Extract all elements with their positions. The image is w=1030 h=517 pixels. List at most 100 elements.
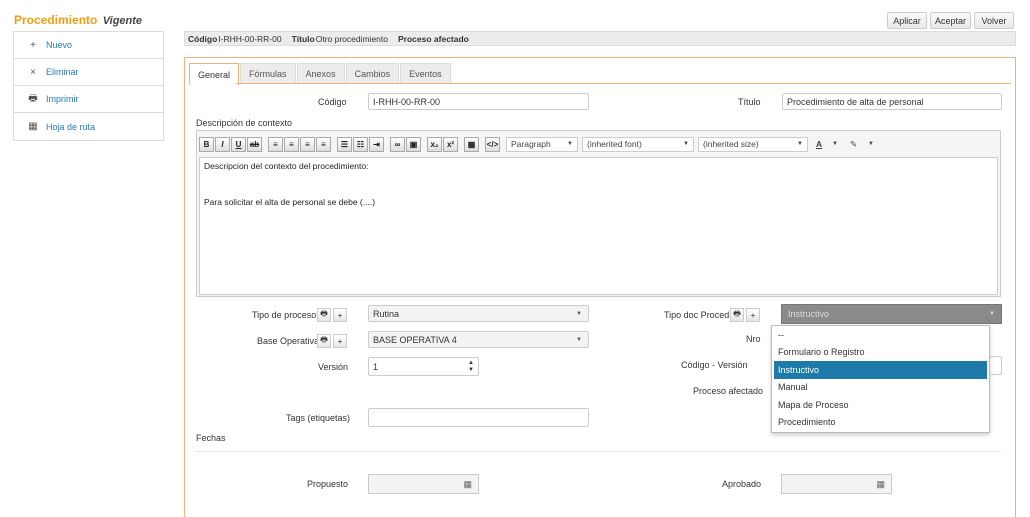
sidebar-item-eliminar[interactable]: × Eliminar xyxy=(14,59,163,86)
descripcion-label: Descripción de contexto xyxy=(196,118,293,128)
font-select-value: (inherited font) xyxy=(587,139,642,149)
tipo-doc-value: Instructivo xyxy=(788,309,830,319)
version-stepper[interactable]: 1 ▲ ▼ xyxy=(368,357,479,376)
sidebar-item-label: Nuevo xyxy=(46,40,73,50)
align-justify-icon[interactable]: ≡ xyxy=(316,136,331,152)
size-select-value: (inherited size) xyxy=(703,139,759,149)
calendar-icon[interactable]: ▦ xyxy=(876,479,885,490)
tab-general[interactable]: General xyxy=(189,63,240,85)
rich-text-editor: B I U ab ≡ ≡ ≡ ≡ ☰ ☷ ⇥ ∞ ▣ x₂ x² ▦ </> P… xyxy=(196,130,1001,297)
add-icon[interactable]: + xyxy=(333,334,347,348)
chevron-down-icon: ▼ xyxy=(989,311,995,317)
printer-icon: 🖶 xyxy=(28,92,38,104)
italic-icon[interactable]: I xyxy=(215,136,230,152)
base-operativa-label: Base Operativa xyxy=(257,336,320,346)
dropdown-option[interactable]: Procedimiento xyxy=(772,414,989,432)
tab-eventos[interactable]: Eventos xyxy=(400,63,451,83)
font-select[interactable]: (inherited font) ▼ xyxy=(582,136,694,152)
nro-label: Nro xyxy=(746,334,761,344)
chevron-down-icon: ▼ xyxy=(683,141,689,147)
base-operativa-select[interactable]: BASE OPERATIVA 4 ▼ xyxy=(368,331,589,348)
align-left-icon[interactable]: ≡ xyxy=(268,136,283,152)
sidebar-item-label: Hoja de ruta xyxy=(46,121,96,132)
info-bar: Código I-RHH-00-RR-00 Título Otro procedim… xyxy=(184,31,1016,46)
dropdown-option[interactable]: Formulario o Registro xyxy=(772,344,989,362)
underline-icon[interactable]: U xyxy=(231,136,246,152)
fechas-divider xyxy=(196,451,1001,452)
tab-cambios[interactable]: Cambios xyxy=(345,63,400,83)
tags-input[interactable] xyxy=(368,408,589,427)
version-label: Versión xyxy=(318,362,349,372)
subscript-icon[interactable]: x₂ xyxy=(427,136,442,152)
version-value: 1 xyxy=(373,361,379,372)
add-icon[interactable]: + xyxy=(333,308,347,322)
format-select-value: Paragraph xyxy=(511,139,551,149)
tab-formulas[interactable]: Fórmulas xyxy=(240,63,296,83)
chevron-down-icon: ▼ xyxy=(832,141,838,147)
dropdown-option[interactable]: -- xyxy=(772,326,989,344)
text-color-icon: A xyxy=(816,139,823,149)
background-color-button[interactable]: ✎ ▼ xyxy=(846,137,878,152)
titulo-input[interactable]: Procedimiento de alta de personal xyxy=(782,93,1002,110)
sidebar-item-nuevo[interactable]: + Nuevo xyxy=(14,32,163,59)
indent-icon[interactable]: ⇥ xyxy=(369,136,384,152)
bold-icon[interactable]: B xyxy=(199,136,214,152)
sidebar-item-label: Eliminar xyxy=(46,67,79,77)
format-select[interactable]: Paragraph ▼ xyxy=(506,136,578,152)
size-select[interactable]: (inherited size) ▼ xyxy=(698,136,808,152)
tags-label: Tags (etiquetas) xyxy=(286,413,351,423)
link-icon[interactable]: ∞ xyxy=(390,136,405,152)
proceso-afectado-label: Proceso afectado xyxy=(693,386,764,396)
editor-line: Descripcion del contexto del procedimien… xyxy=(204,161,369,171)
titulo-label: Título xyxy=(738,97,761,107)
print-icon[interactable]: 🖶 xyxy=(317,334,331,348)
dropdown-option-selected[interactable]: Instructivo xyxy=(774,361,987,379)
editor-toolbar: B I U ab ≡ ≡ ≡ ≡ ☰ ☷ ⇥ ∞ ▣ x₂ x² ▦ </> P… xyxy=(199,135,882,153)
info-title-label: Título xyxy=(291,33,315,44)
page-title-main: Procedimiento xyxy=(14,13,98,27)
dropdown-option[interactable]: Mapa de Proceso xyxy=(772,396,989,414)
tipo-doc-select[interactable]: Instructivo ▼ xyxy=(781,304,1002,324)
numbered-list-icon[interactable]: ☷ xyxy=(353,136,368,152)
table-icon[interactable]: ▦ xyxy=(464,136,479,152)
accept-button[interactable]: Aceptar xyxy=(930,12,971,29)
editor-content[interactable]: Descripcion del contexto del procedimien… xyxy=(199,157,998,295)
sidebar-item-imprimir[interactable]: 🖶 Imprimir xyxy=(14,86,163,113)
chevron-down-icon: ▼ xyxy=(576,336,582,343)
chevron-down-icon: ▼ xyxy=(567,141,573,147)
spinner-arrows-icon[interactable]: ▲ ▼ xyxy=(468,360,474,374)
propuesto-date-input[interactable]: ▦ xyxy=(368,474,479,494)
tab-anexos[interactable]: Anexos xyxy=(296,63,345,83)
bullet-list-icon[interactable]: ☰ xyxy=(337,136,352,152)
strikethrough-icon[interactable]: ab xyxy=(247,136,262,152)
chevron-down-icon: ▼ xyxy=(576,310,582,317)
codigo-label: Código xyxy=(318,97,347,107)
aprobado-label: Aprobado xyxy=(722,479,762,489)
close-icon: × xyxy=(30,66,36,78)
fechas-label: Fechas xyxy=(196,433,226,443)
aprobado-date-input[interactable]: ▦ xyxy=(781,474,892,494)
tipo-proceso-select[interactable]: Rutina ▼ xyxy=(368,305,589,322)
apply-button[interactable]: Aplicar xyxy=(887,12,927,29)
source-code-icon[interactable]: </> xyxy=(485,136,500,152)
calendar-icon: ▦ xyxy=(28,121,38,132)
codigo-input[interactable]: I-RHH-00-RR-00 xyxy=(368,93,589,110)
tab-underline xyxy=(236,83,1011,84)
codigo-version-input[interactable] xyxy=(990,356,1002,375)
tab-bar: General Fórmulas Anexos Cambios Eventos xyxy=(189,63,452,85)
sidebar-item-hoja-de-ruta[interactable]: ▦ Hoja de ruta xyxy=(14,113,163,140)
image-icon[interactable]: ▣ xyxy=(406,136,421,152)
calendar-icon[interactable]: ▦ xyxy=(463,479,472,490)
align-right-icon[interactable]: ≡ xyxy=(300,136,315,152)
text-color-button[interactable]: A ▼ xyxy=(812,137,842,152)
sidebar: + Nuevo × Eliminar 🖶 Imprimir ▦ Hoja de ruta xyxy=(13,31,164,141)
print-icon[interactable]: 🖶 xyxy=(730,308,744,322)
base-operativa-value: BASE OPERATIVA 4 xyxy=(373,334,457,345)
back-button[interactable]: Volver xyxy=(974,12,1014,29)
print-icon[interactable]: 🖶 xyxy=(317,308,331,322)
add-icon[interactable]: + xyxy=(746,308,760,322)
dropdown-option[interactable]: Manual xyxy=(772,379,989,397)
align-center-icon[interactable]: ≡ xyxy=(284,136,299,152)
editor-line: Para solicitar el alta de personal se de… xyxy=(204,197,376,207)
superscript-icon[interactable]: x² xyxy=(443,136,458,152)
